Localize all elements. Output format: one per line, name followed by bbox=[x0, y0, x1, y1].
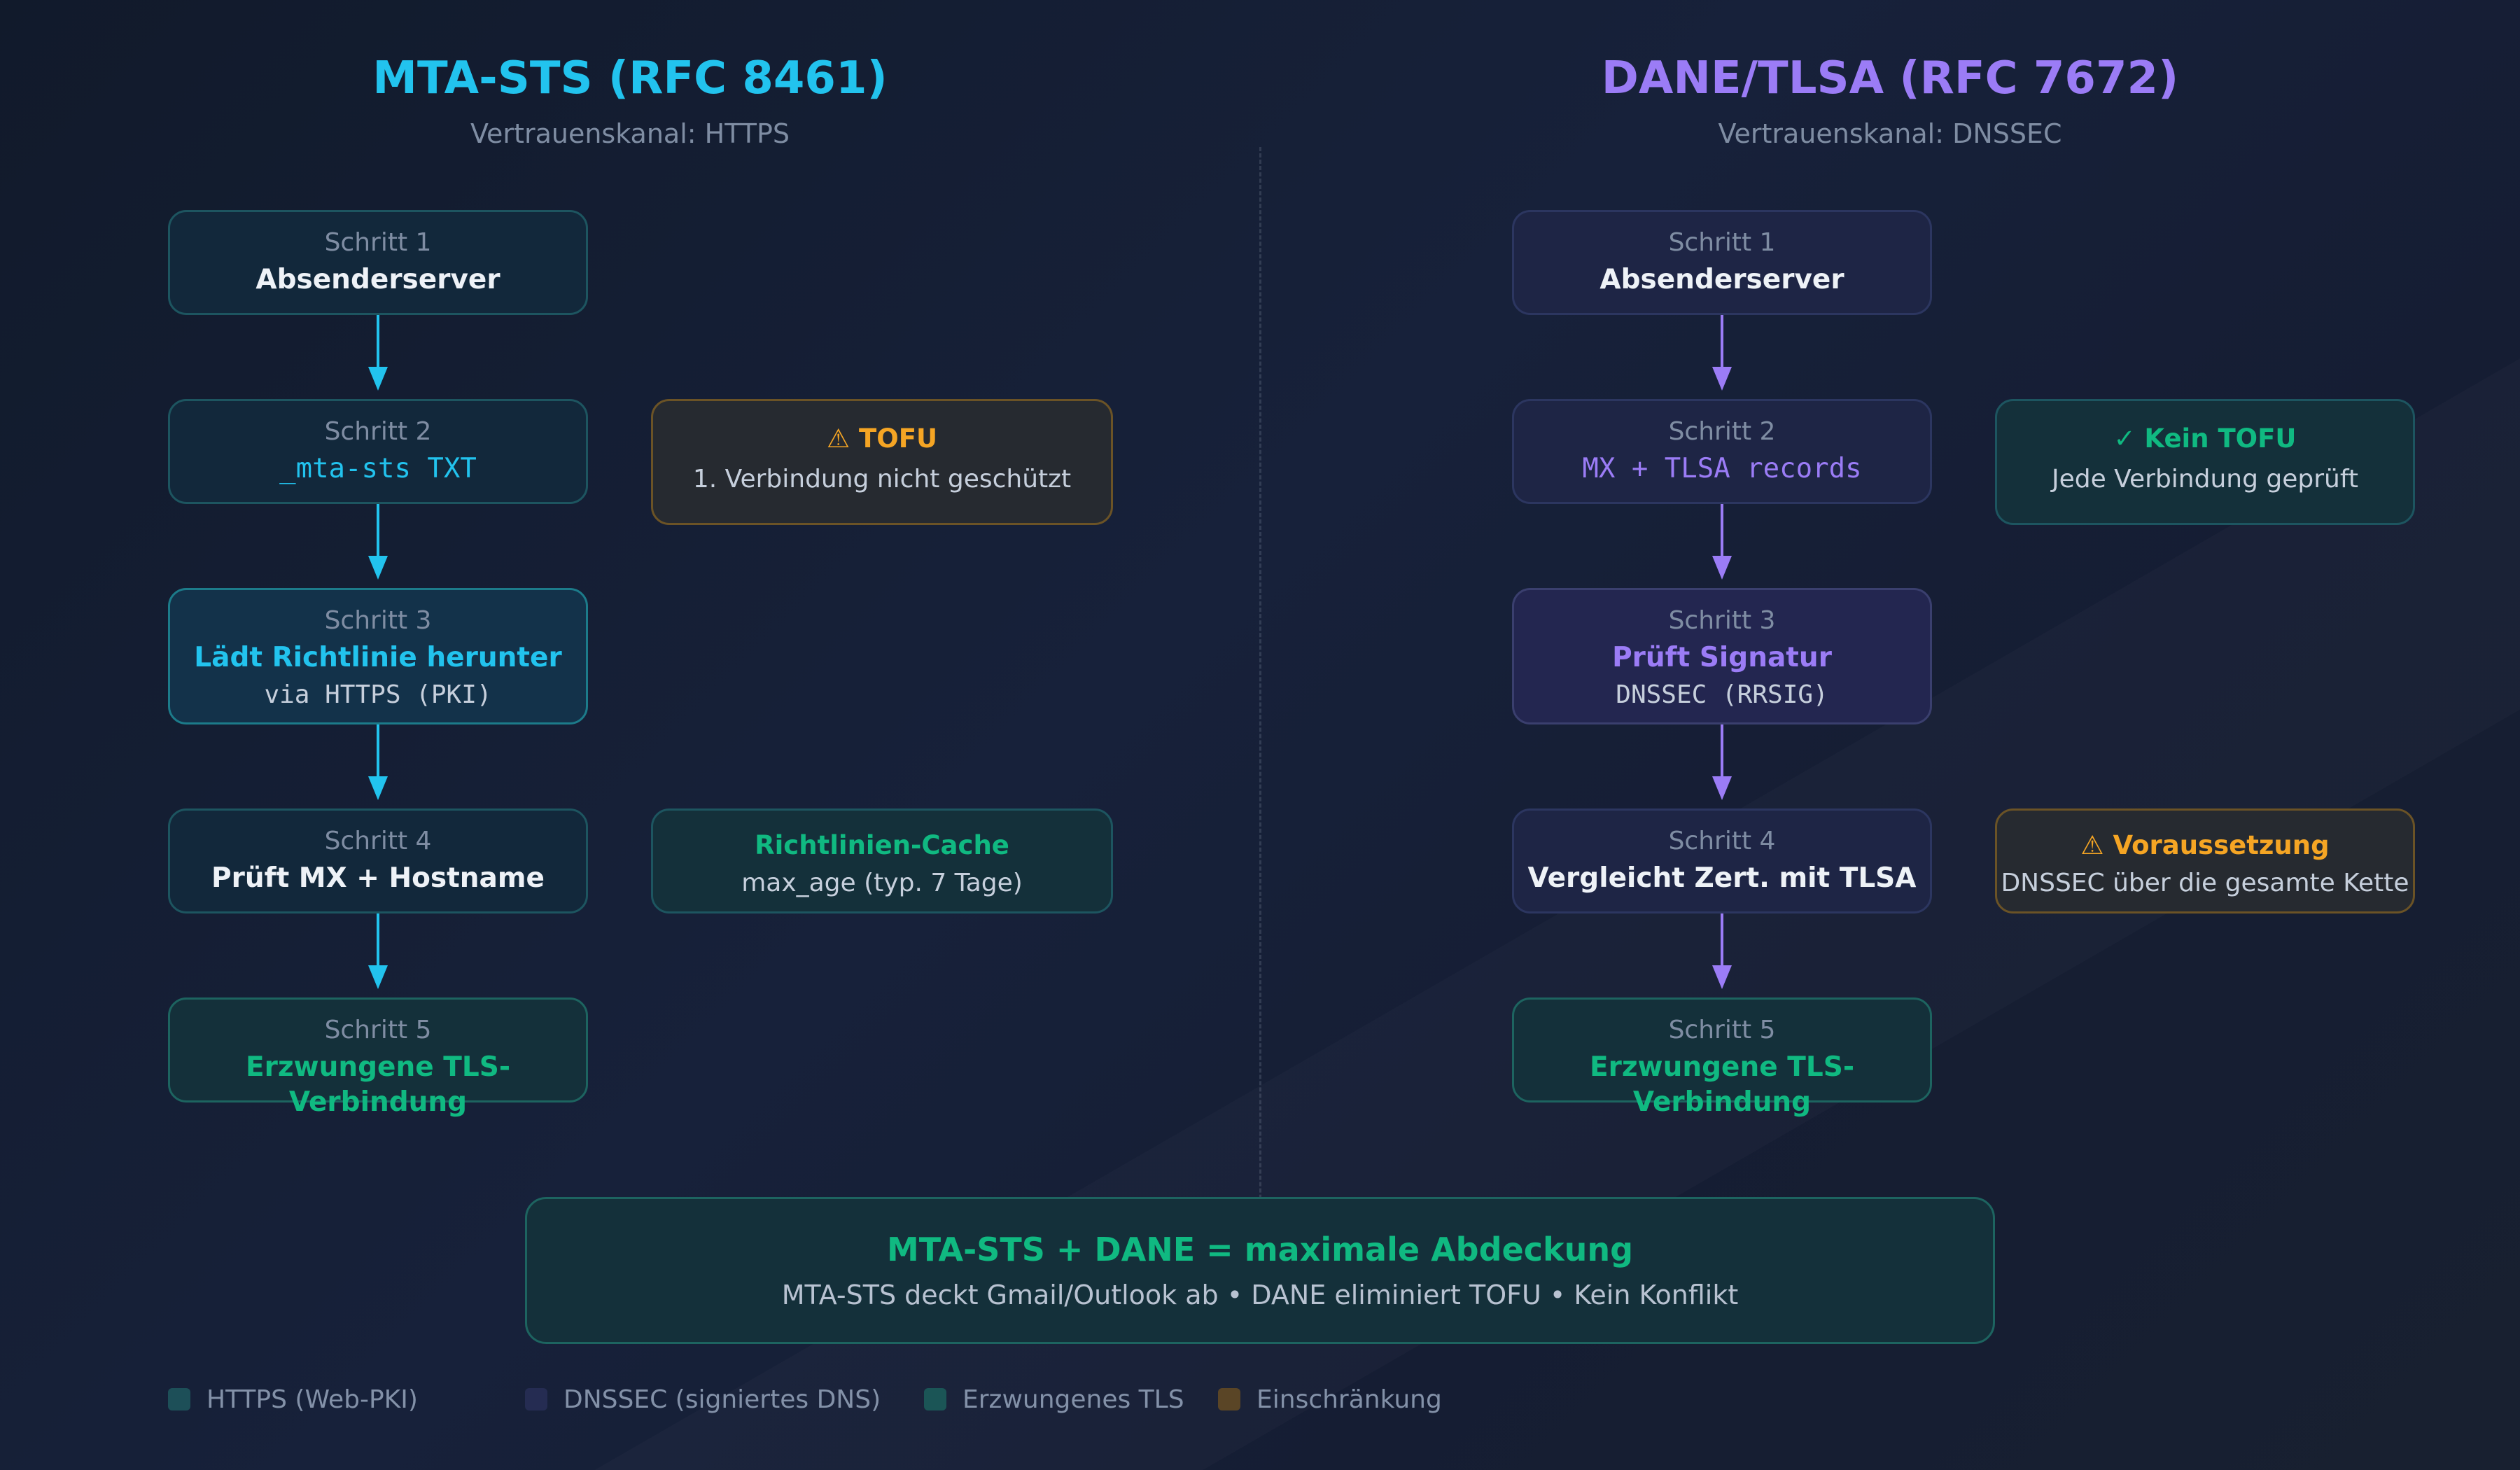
note-text: DNSSEC über die gesamte Kette bbox=[2001, 869, 2409, 897]
step-title: Prüft Signatur bbox=[1612, 642, 1832, 673]
mta-sts-arrow-3-4 bbox=[368, 724, 388, 800]
step-number: Schritt 4 bbox=[324, 827, 432, 855]
legend-swatch bbox=[1218, 1388, 1240, 1410]
check-icon: ✓ bbox=[2113, 424, 2136, 454]
note-title: Richtlinien-Cache bbox=[755, 830, 1009, 860]
note-title: ⚠ TOFU bbox=[826, 424, 938, 454]
mta-sts-arrow-2-3 bbox=[368, 504, 388, 580]
mta-sts-subtitle: Vertrauenskanal: HTTPS bbox=[470, 118, 790, 149]
step-detail: DNSSEC (RRSIG) bbox=[1616, 680, 1828, 709]
step-title: Erzwungene TLS-Verbindung bbox=[1589, 1051, 1855, 1118]
step-title: _mta-sts TXT bbox=[279, 453, 477, 484]
mta-sts-step-3: Schritt 3 Lädt Richtlinie herunter via H… bbox=[168, 588, 588, 724]
prerequisite-note: ⚠ Voraussetzung DNSSEC über die gesamte … bbox=[1995, 808, 2415, 913]
step-title: Absenderserver bbox=[255, 264, 500, 295]
step-number: Schritt 2 bbox=[1668, 417, 1776, 446]
mta-sts-title: MTA-STS (RFC 8461) bbox=[372, 52, 888, 104]
step-title: MX + TLSA records bbox=[1582, 453, 1862, 484]
diagram-canvas: MTA-STS (RFC 8461) Vertrauenskanal: HTTP… bbox=[0, 0, 2520, 1470]
dane-step-1: Schritt 1 Absenderserver bbox=[1512, 210, 1932, 315]
dane-title: DANE/TLSA (RFC 7672) bbox=[1601, 52, 2179, 104]
no-tofu-note: ✓ Kein TOFU Jede Verbindung geprüft bbox=[1995, 399, 2415, 525]
step-detail: via HTTPS (PKI) bbox=[264, 680, 492, 709]
step-title: Prüft MX + Hostname bbox=[211, 862, 545, 894]
step-title: Lädt Richtlinie herunter bbox=[194, 642, 562, 673]
legend-label: DNSSEC (signiertes DNS) bbox=[564, 1385, 881, 1414]
summary-text: MTA-STS deckt Gmail/Outlook ab • DANE el… bbox=[781, 1280, 1739, 1310]
step-number: Schritt 1 bbox=[324, 228, 432, 257]
legend-swatch bbox=[924, 1388, 946, 1410]
tofu-warning-note: ⚠ TOFU 1. Verbindung nicht geschützt bbox=[651, 399, 1113, 525]
mta-sts-step-5: Schritt 5 Erzwungene TLS-Verbindung bbox=[168, 997, 588, 1118]
dane-step-5: Schritt 5 Erzwungene TLS-Verbindung bbox=[1512, 997, 1932, 1118]
legend-label: Einschränkung bbox=[1256, 1385, 1442, 1414]
mta-sts-arrow-4-5 bbox=[368, 913, 388, 989]
dane-subtitle: Vertrauenskanal: DNSSEC bbox=[1718, 118, 2062, 149]
step-number: Schritt 2 bbox=[324, 417, 432, 446]
dane-arrow-3-4 bbox=[1712, 724, 1732, 800]
legend-swatch bbox=[168, 1388, 190, 1410]
warning-icon: ⚠ bbox=[826, 424, 850, 454]
warning-icon: ⚠ bbox=[2080, 830, 2104, 860]
step-number: Schritt 5 bbox=[1668, 1016, 1776, 1044]
dane-step-2: Schritt 2 MX + TLSA records bbox=[1512, 399, 1932, 504]
summary-title: MTA-STS + DANE = maximale Abdeckung bbox=[886, 1231, 1634, 1268]
note-title: ⚠ Voraussetzung bbox=[2080, 830, 2330, 860]
legend-label: HTTPS (Web-PKI) bbox=[206, 1385, 418, 1414]
dane-step-3: Schritt 3 Prüft Signatur DNSSEC (RRSIG) bbox=[1512, 588, 1932, 724]
note-title: ✓ Kein TOFU bbox=[2113, 424, 2297, 454]
dane-arrow-2-3 bbox=[1712, 504, 1732, 580]
mta-sts-step-2: Schritt 2 _mta-sts TXT bbox=[168, 399, 588, 504]
column-divider bbox=[1259, 147, 1261, 1344]
summary-box: MTA-STS + DANE = maximale Abdeckung MTA-… bbox=[525, 1197, 1995, 1344]
mta-sts-arrow-1-2 bbox=[368, 315, 388, 391]
step-number: Schritt 1 bbox=[1668, 228, 1776, 257]
step-title: Absenderserver bbox=[1600, 264, 1844, 295]
dane-step-4: Schritt 4 Vergleicht Zert. mit TLSA bbox=[1512, 808, 1932, 913]
step-number: Schritt 3 bbox=[324, 606, 432, 635]
step-number: Schritt 4 bbox=[1668, 827, 1776, 855]
step-number: Schritt 5 bbox=[324, 1016, 432, 1044]
note-text: Jede Verbindung geprüft bbox=[2051, 465, 2359, 493]
dane-arrow-1-2 bbox=[1712, 315, 1732, 391]
mta-sts-step-4: Schritt 4 Prüft MX + Hostname bbox=[168, 808, 588, 913]
step-title: Erzwungene TLS-Verbindung bbox=[245, 1051, 511, 1118]
step-number: Schritt 3 bbox=[1668, 606, 1776, 635]
note-text: 1. Verbindung nicht geschützt bbox=[692, 465, 1072, 493]
mta-sts-step-1: Schritt 1 Absenderserver bbox=[168, 210, 588, 315]
note-text: max_age (typ. 7 Tage) bbox=[741, 869, 1023, 897]
legend-swatch bbox=[525, 1388, 547, 1410]
dane-arrow-4-5 bbox=[1712, 913, 1732, 989]
legend-label: Erzwungenes TLS bbox=[962, 1385, 1184, 1414]
policy-cache-note: Richtlinien-Cache max_age (typ. 7 Tage) bbox=[651, 808, 1113, 913]
step-title: Vergleicht Zert. mit TLSA bbox=[1527, 862, 1917, 894]
